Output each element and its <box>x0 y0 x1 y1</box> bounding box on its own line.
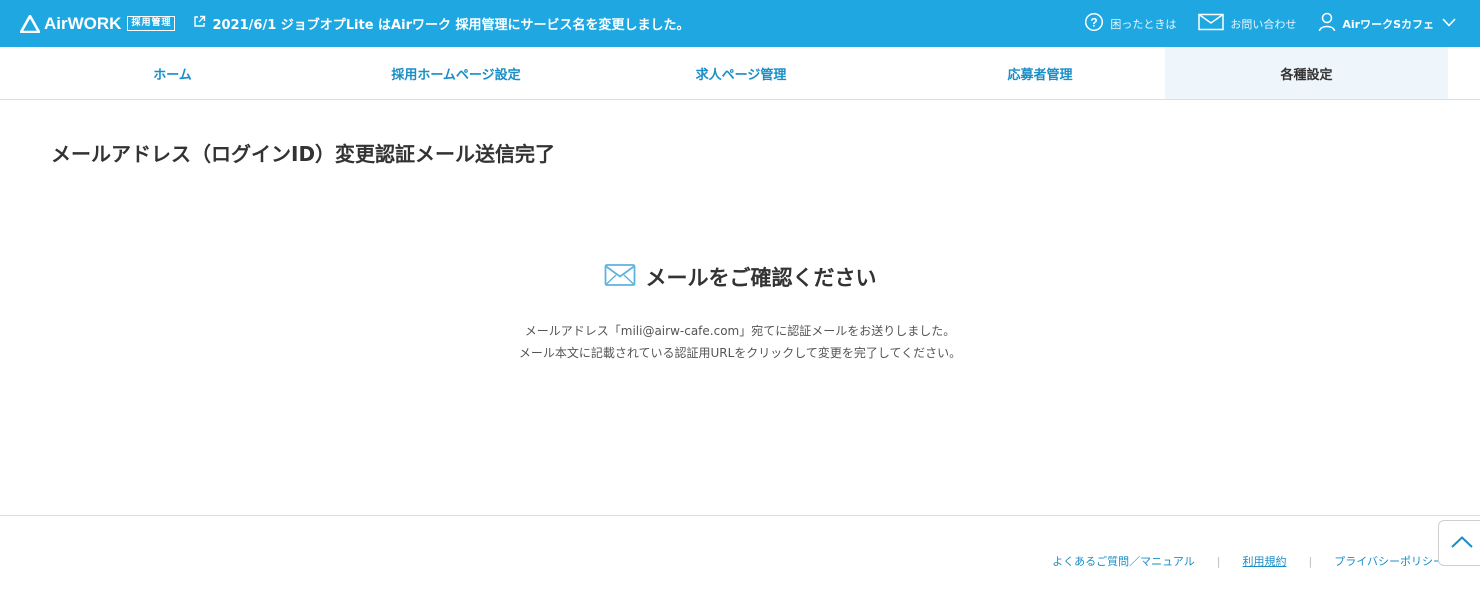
confirm-description-line-1: メールアドレス「mili@airw-cafe.com」宛てに認証メールをお送りし… <box>524 324 956 338</box>
user-icon <box>1318 12 1342 35</box>
confirm-heading-block: メールをご確認ください <box>0 262 1480 292</box>
user-name: AirワークSカフェ <box>1342 17 1434 31</box>
scroll-to-top-button[interactable] <box>1438 520 1480 566</box>
footer-link-faq[interactable]: よくあるご質問／マニュアル <box>1052 553 1195 569</box>
contact-label: お問い合わせ <box>1230 17 1297 31</box>
main-nav: ホーム 採用ホームページ設定 求人ページ管理 応募者管理 各種設定 <box>0 47 1480 100</box>
envelope-icon <box>604 263 636 291</box>
question-icon: ? <box>1084 12 1110 35</box>
nav-item-home[interactable]: ホーム <box>0 47 345 99</box>
confirm-heading: メールをご確認ください <box>645 266 877 290</box>
airwork-logo-icon <box>19 14 41 33</box>
top-bar: AirWORK 採用管理 2021/6/1 ジョブオプLite はAirワーク … <box>0 0 1480 47</box>
nav-item-applicant-management[interactable]: 応募者管理 <box>915 47 1165 99</box>
footer-divider: | <box>1216 554 1221 568</box>
footer: よくあるご質問／マニュアル | 利用規約 | プライバシーポリシー <box>0 515 1480 607</box>
footer-link-terms[interactable]: 利用規約 <box>1243 553 1287 569</box>
chevron-up-icon <box>1450 534 1474 553</box>
user-menu[interactable]: AirワークSカフェ <box>1318 12 1462 35</box>
footer-links: よくあるご質問／マニュアル | 利用規約 | プライバシーポリシー <box>1052 553 1444 569</box>
service-notice-text: 2021/6/1 ジョブオプLite はAirワーク 採用管理にサービス名を変更… <box>212 18 690 33</box>
help-label: 困ったときは <box>1110 17 1177 31</box>
logo-badge: 採用管理 <box>127 16 176 31</box>
footer-divider: | <box>1308 554 1313 568</box>
contact-link[interactable]: お問い合わせ <box>1198 13 1296 34</box>
page-title: メールアドレス（ログインID）変更認証メール送信完了 <box>51 142 556 166</box>
confirm-description: メールアドレス「mili@airw-cafe.com」宛てに認証メールをお送りし… <box>0 320 1480 364</box>
confirm-description-line-2: メール本文に記載されている認証用URLをクリックして変更を完了してください。 <box>518 346 962 360</box>
footer-link-privacy[interactable]: プライバシーポリシー <box>1334 553 1444 569</box>
mail-icon <box>1198 13 1230 34</box>
logo[interactable]: AirWORK 採用管理 <box>19 0 176 47</box>
nav-item-recruit-homepage-settings[interactable]: 採用ホームページ設定 <box>345 47 567 99</box>
service-notice[interactable]: 2021/6/1 ジョブオプLite はAirワーク 採用管理にサービス名を変更… <box>193 14 690 33</box>
external-link-icon <box>193 15 212 32</box>
nav-item-settings[interactable]: 各種設定 <box>1165 47 1448 99</box>
svg-text:?: ? <box>1091 16 1098 30</box>
chevron-down-icon <box>1442 17 1462 30</box>
logo-text: AirWORK <box>44 13 122 33</box>
help-link[interactable]: ? 困ったときは <box>1084 12 1176 35</box>
nav-item-job-page-management[interactable]: 求人ページ管理 <box>567 47 915 99</box>
